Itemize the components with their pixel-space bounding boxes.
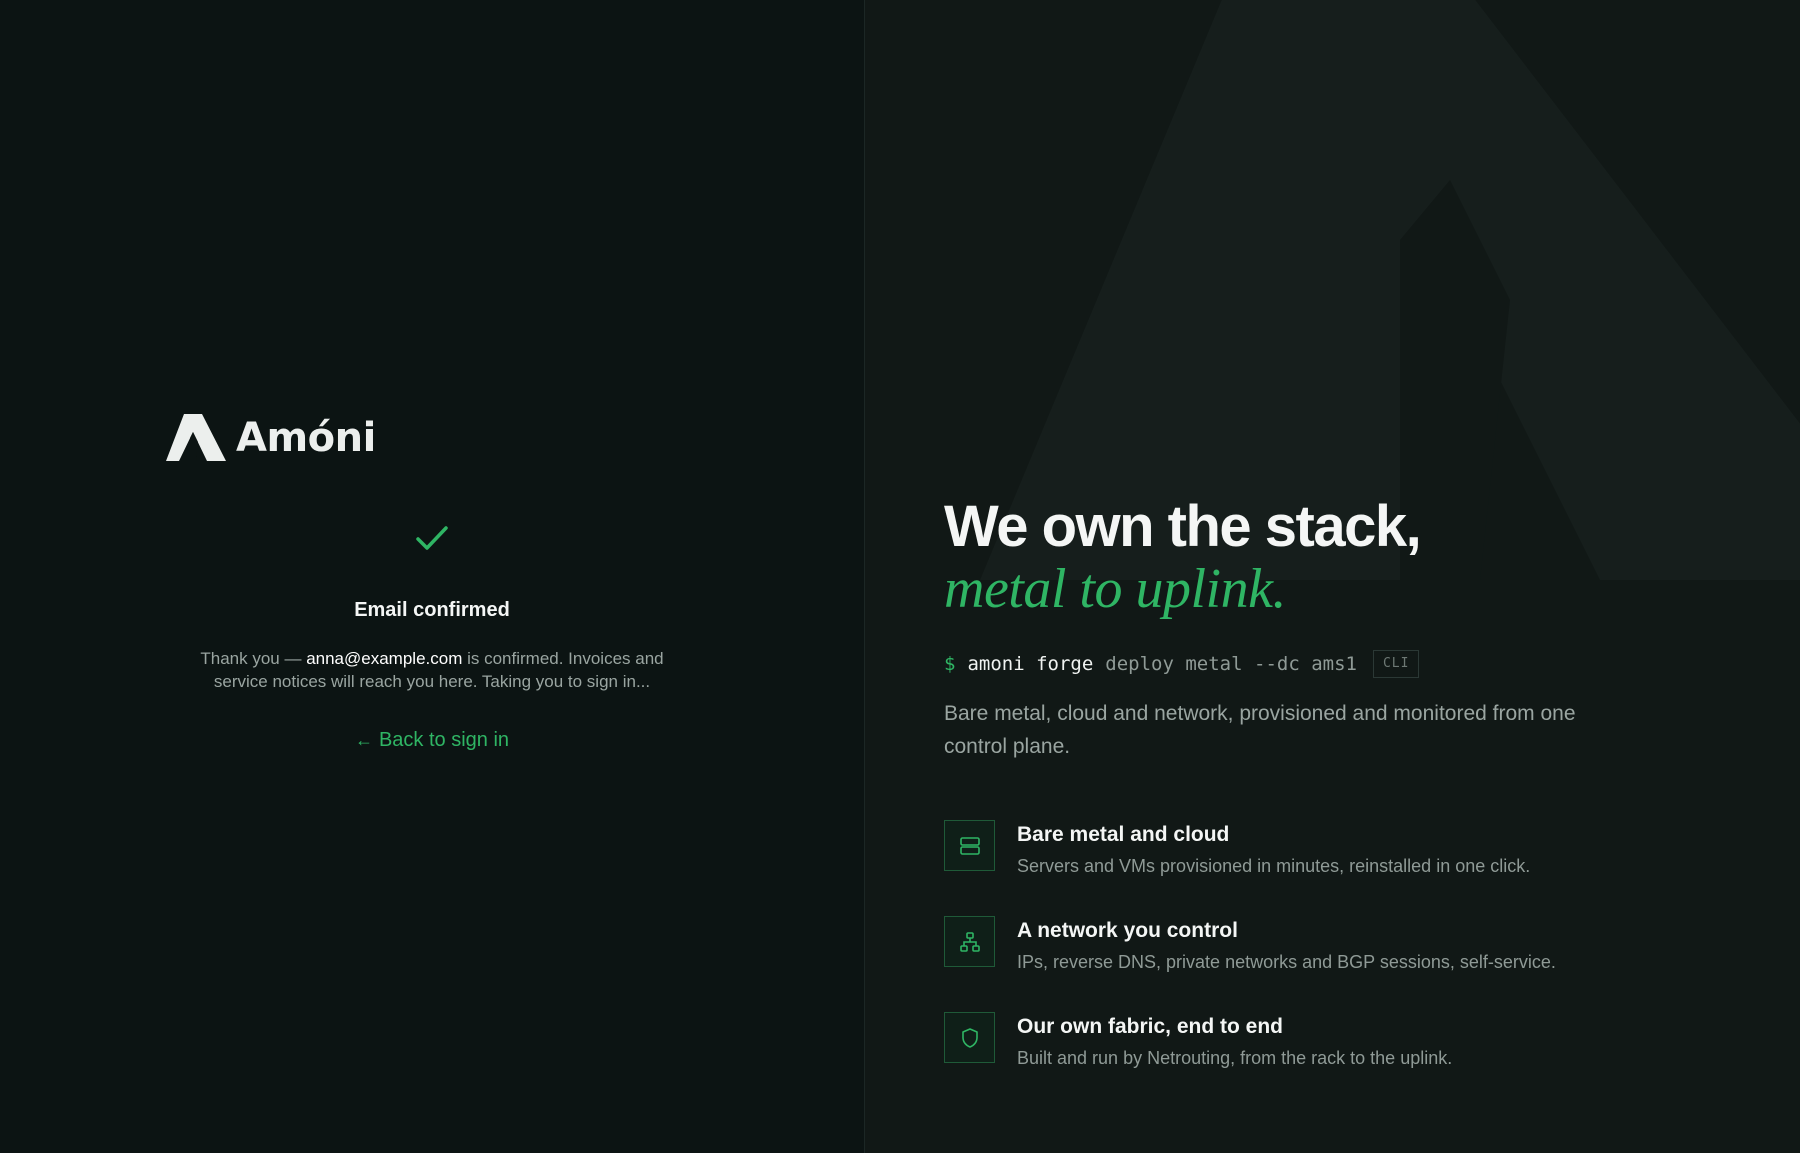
cli-badge: CLI — [1372, 650, 1420, 678]
feature-item: Bare metal and cloud Servers and VMs pro… — [944, 820, 1556, 876]
confirm-text-before: Thank you — — [200, 649, 307, 668]
confirmation-block: Email confirmed Thank you — anna@example… — [166, 520, 698, 752]
cli-command: amoni forge — [967, 653, 1094, 675]
confirm-message: Thank you — anna@example.com is confirme… — [182, 647, 682, 693]
feature-body: Bare metal and cloud Servers and VMs pro… — [1017, 823, 1530, 877]
feature-icon-box — [944, 820, 995, 871]
arrow-left-icon: ← — [354, 730, 373, 750]
feature-icon-box — [944, 916, 995, 967]
feature-item: A network you control IPs, reverse DNS, … — [944, 916, 1556, 972]
shield-icon — [961, 1027, 978, 1048]
feature-item: Our own fabric, end to end Built and run… — [944, 1012, 1556, 1068]
feature-desc: Servers and VMs provisioned in minutes, … — [1017, 856, 1531, 876]
marketing-panel: We own the stack, metal to uplink. $ amo… — [865, 0, 1800, 1153]
hero-heading-line2: metal to uplink. — [944, 558, 1286, 620]
feature-list: Bare metal and cloud Servers and VMs pro… — [944, 820, 1556, 1108]
feature-title: Bare metal and cloud — [1017, 823, 1230, 846]
cli-prompt: $ — [944, 653, 956, 675]
brand-name: Amóni — [236, 414, 376, 461]
hero-subtitle: Bare metal, cloud and network, provision… — [944, 702, 1576, 758]
feature-desc: Built and run by Netrouting, from the ra… — [1017, 1048, 1453, 1068]
feature-title: Our own fabric, end to end — [1017, 1015, 1284, 1038]
confirm-title: Email confirmed — [354, 599, 510, 621]
feature-body: Our own fabric, end to end Built and run… — [1017, 1015, 1452, 1069]
brand-logo: Amóni — [166, 414, 376, 461]
feature-body: A network you control IPs, reverse DNS, … — [1017, 919, 1556, 973]
network-icon — [959, 931, 980, 952]
back-to-sign-in-link[interactable]: ← Back to sign in — [355, 729, 509, 752]
check-icon — [416, 526, 448, 550]
cli-args: deploy metal --dc ams1 — [1105, 653, 1357, 675]
confirmed-email: anna@example.com — [306, 649, 463, 668]
feature-desc: IPs, reverse DNS, private networks and B… — [1017, 952, 1556, 972]
background-logo-icon — [980, 0, 1800, 580]
cli-example: $ amoni forge deploy metal --dc ams1 CLI — [944, 650, 1420, 678]
feature-title: A network you control — [1017, 919, 1238, 942]
auth-panel: Amóni Email confirmed Thank you — anna@e… — [0, 0, 865, 1153]
back-link-label: Back to sign in — [378, 729, 510, 751]
hero-heading: We own the stack, metal to uplink. — [944, 494, 1422, 621]
hero-heading-line1: We own the stack, — [944, 494, 1422, 559]
feature-icon-box — [944, 1012, 995, 1063]
server-icon — [959, 836, 980, 855]
amoni-logo-icon — [166, 414, 226, 461]
